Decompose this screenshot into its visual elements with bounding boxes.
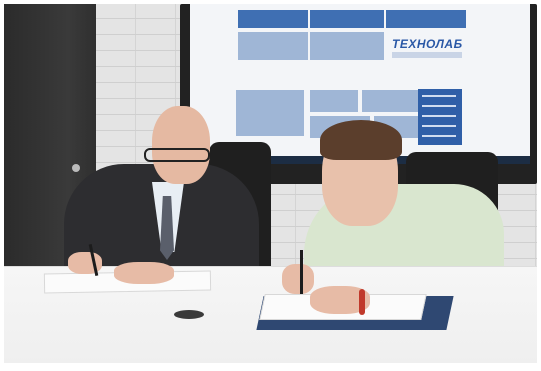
menu-line [422, 105, 456, 107]
web-tile [238, 10, 308, 28]
hand-left-resting [114, 262, 174, 284]
screen-logo: ТЕХНОЛАБ [392, 37, 463, 51]
menu-line [422, 95, 456, 97]
man-left-head [152, 106, 210, 184]
web-tile [310, 90, 358, 112]
menu-line [422, 125, 456, 127]
door-handle [72, 164, 80, 172]
table-coaster [174, 310, 204, 319]
red-bracelet [359, 289, 365, 315]
man-right-hair [320, 120, 402, 160]
photograph: ТЕХНОЛАБ [4, 4, 537, 363]
hand-right-writing [282, 264, 314, 294]
web-tile [362, 90, 418, 112]
web-tile [386, 10, 466, 28]
menu-line [422, 115, 456, 117]
web-tile [238, 32, 308, 60]
web-tile [236, 90, 304, 136]
screen-logo-underline [392, 52, 462, 58]
pen-icon [300, 250, 303, 294]
web-tile [310, 32, 384, 60]
screen-menu [418, 89, 462, 145]
glasses-icon [144, 148, 210, 162]
menu-line [422, 135, 456, 137]
web-tile [310, 10, 384, 28]
